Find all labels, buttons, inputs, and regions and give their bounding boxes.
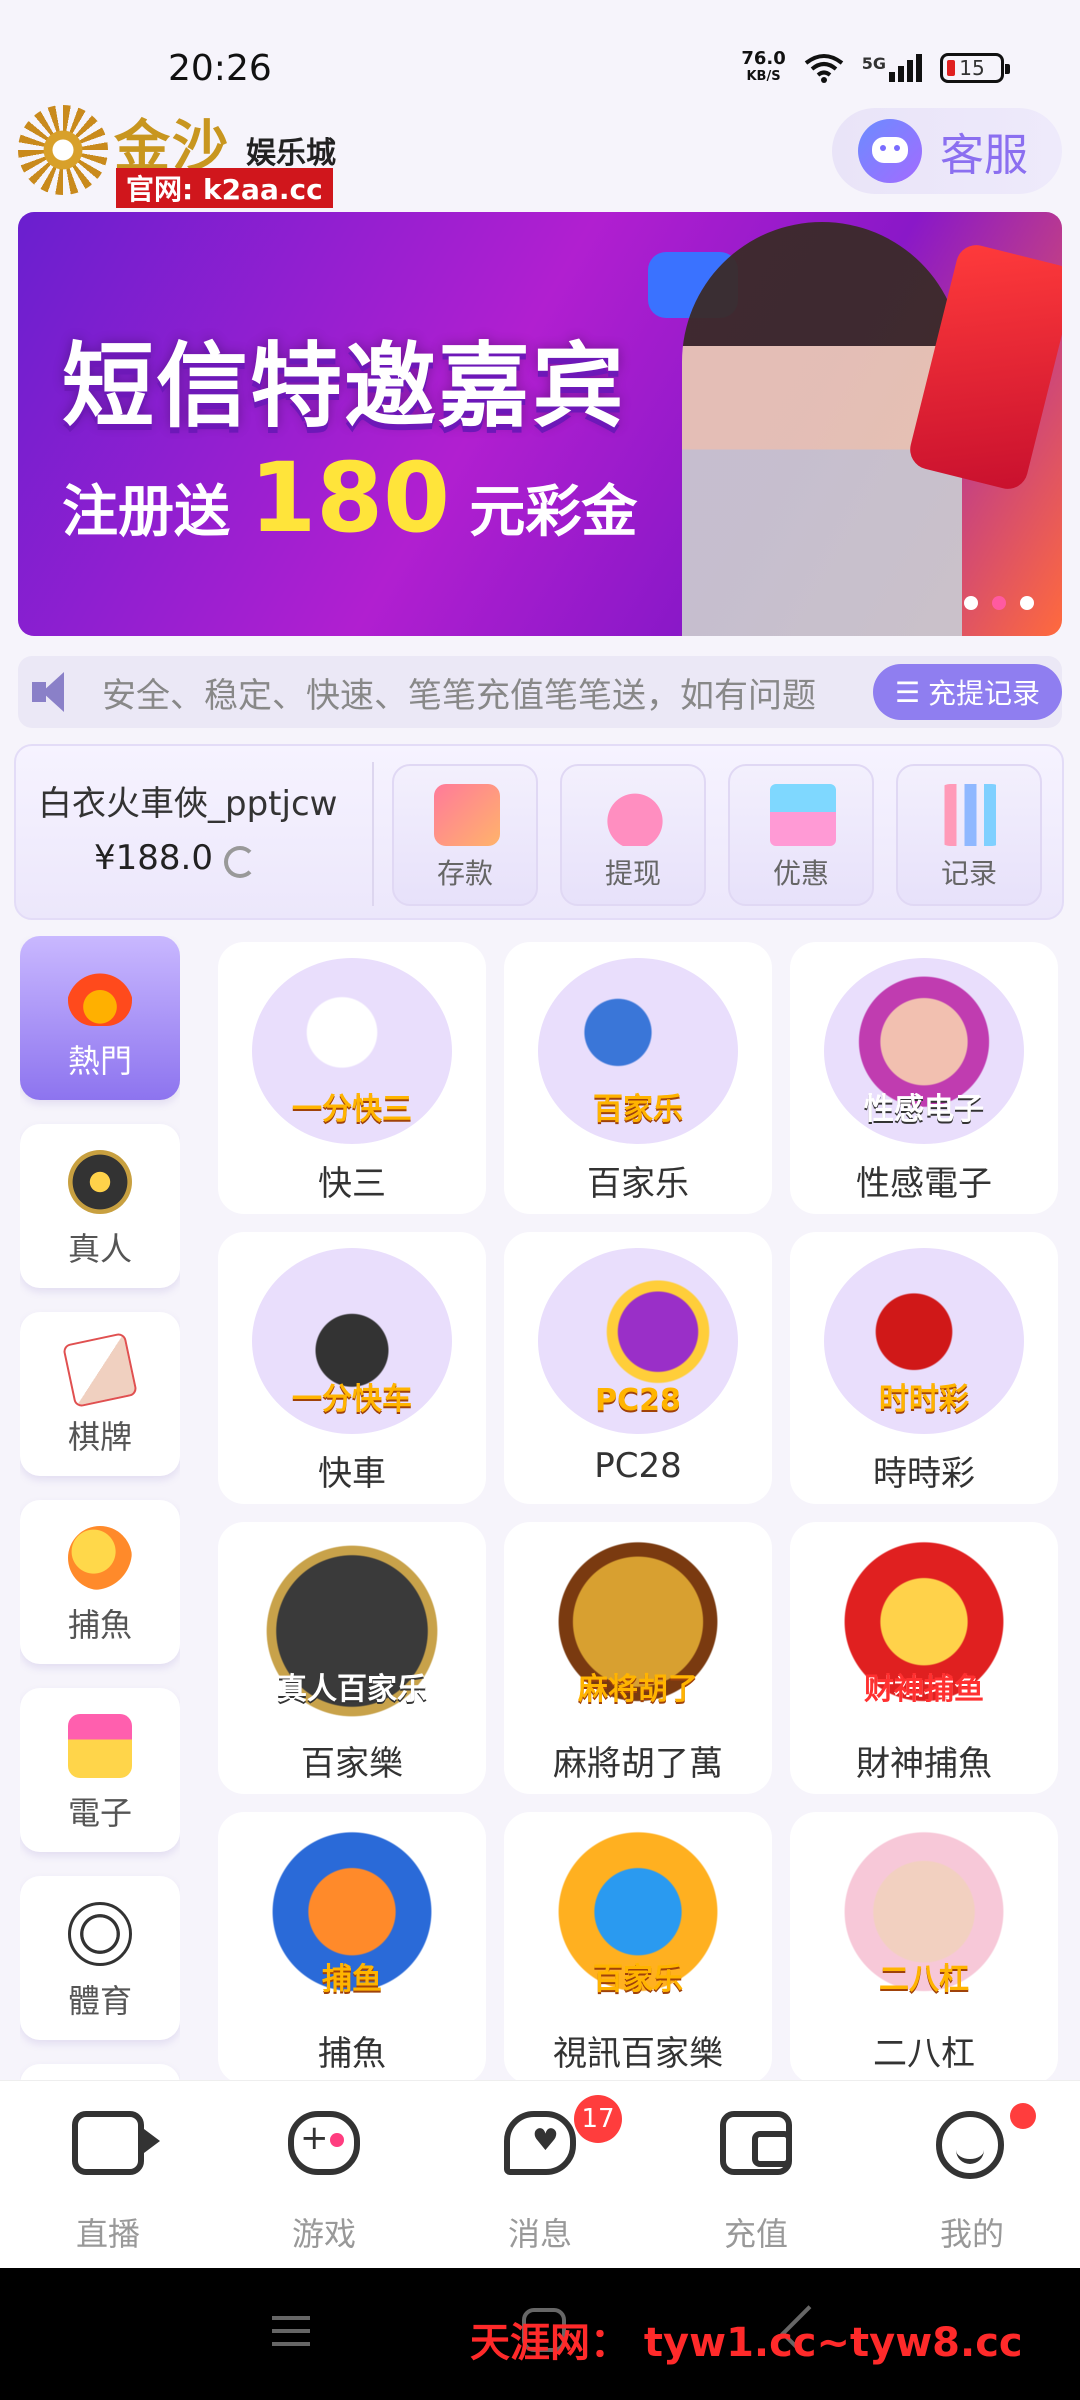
nav-messages[interactable]: 17 消息: [432, 2081, 648, 2269]
soccer-ball-icon: [68, 1902, 132, 1966]
logo: 金沙 娱乐城 官网: k2aa.cc: [18, 102, 344, 208]
nav-recharge[interactable]: 充值: [648, 2081, 864, 2269]
withdraw-button[interactable]: 提现: [560, 764, 706, 906]
fire-icon: [68, 962, 132, 1026]
sexy-slots-icon: 性感电子: [824, 958, 1024, 1144]
promo-banner[interactable]: 短信特邀嘉宾 注册送 180 元彩金: [18, 212, 1062, 636]
game-card-ag-baccarat[interactable]: 真人百家乐 百家樂: [218, 1522, 486, 1794]
gift-icon: [770, 784, 836, 846]
bar-chart-icon: [938, 784, 1004, 846]
fishing-icon: 捕鱼: [252, 1828, 452, 2014]
status-time: 20:26: [168, 48, 272, 89]
game-card-fishing[interactable]: 捕鱼 捕魚: [218, 1812, 486, 2080]
poker-chip-icon: [68, 1150, 132, 1214]
nav-games[interactable]: 游戏: [216, 2081, 432, 2269]
message-count-badge: 17: [574, 2095, 622, 2143]
smiley-icon: [936, 2111, 1004, 2179]
poker-cards-icon: 百家乐: [538, 958, 738, 1144]
pagination-dot-active[interactable]: [992, 596, 1006, 610]
category-slots[interactable]: 電子: [20, 1688, 180, 1852]
wallet-icon: [720, 2111, 792, 2175]
game-card-erbagang[interactable]: 二八杠 二八杠: [790, 1812, 1058, 2080]
customer-service-button[interactable]: 客服: [832, 108, 1062, 194]
game-card-sexy-slots[interactable]: 性感电子 性感電子: [790, 942, 1058, 1214]
category-sidebar: 熱門 真人 棋牌 捕魚 電子 體育: [20, 936, 180, 2080]
game-card-shishicai[interactable]: 时时彩 時時彩: [790, 1232, 1058, 1504]
game-card-pc28[interactable]: PC28 PC28: [504, 1232, 772, 1504]
customer-service-label: 客服: [940, 130, 1028, 181]
speaker-icon: [32, 672, 82, 712]
nav-profile[interactable]: 我的: [864, 2081, 1080, 2269]
ag-baccarat-icon: 真人百家乐: [252, 1538, 452, 1724]
banner-title: 短信特邀嘉宾: [62, 333, 627, 440]
chat-bubble-icon: [504, 2111, 576, 2175]
app-header: 金沙 娱乐城 官网: k2aa.cc 客服: [0, 100, 1080, 208]
category-chess-cards[interactable]: 棋牌: [20, 1312, 180, 1476]
records-button[interactable]: 记录: [896, 764, 1042, 906]
refresh-icon[interactable]: [224, 846, 256, 878]
erbagang-icon: 二八杠: [824, 1828, 1024, 2014]
net-speed: 76.0 KB/S: [741, 48, 786, 85]
fortune-god-icon: 财神捕鱼: [824, 1538, 1024, 1724]
system-nav-bar: 天涯网： tyw1.cc~tyw8.cc: [0, 2268, 1080, 2400]
video-play-icon: 百家乐: [538, 1828, 738, 2014]
game-card-kuaiche[interactable]: 一分快车 快車: [218, 1232, 486, 1504]
nav-live[interactable]: 直播: [0, 2081, 216, 2269]
user-panel: 白衣火車俠_pptjcw ¥188.0 存款 提现 优惠 记录: [14, 744, 1064, 920]
pagination-dot[interactable]: [1020, 596, 1034, 610]
category-hot[interactable]: 熱門: [20, 936, 180, 1100]
battery-icon: 15: [940, 53, 1010, 83]
recharge-record-button[interactable]: ☰ 充提记录: [872, 664, 1062, 720]
game-card-mahjong-ways[interactable]: 麻将胡了 麻將胡了萬: [504, 1522, 772, 1794]
logo-url: 官网: k2aa.cc: [116, 168, 333, 208]
banner-pagination: [964, 596, 1034, 610]
banner-amount: 180: [249, 442, 450, 554]
slot-machine-icon: [68, 1714, 132, 1778]
headset-icon: [858, 119, 922, 183]
game-card-fortune-fishing[interactable]: 财神捕鱼 財神捕魚: [790, 1522, 1058, 1794]
fish-icon: [68, 1526, 132, 1590]
playing-card-icon: [62, 1332, 138, 1408]
balance: ¥188.0: [94, 838, 213, 878]
race-car-icon: 一分快车: [252, 1248, 452, 1434]
game-card-baccarat[interactable]: 百家乐 百家乐: [504, 942, 772, 1214]
mahjong-dragon-icon: 麻将胡了: [538, 1538, 738, 1724]
category-sports[interactable]: 體育: [20, 1876, 180, 2040]
dice-icon: 一分快三: [252, 958, 452, 1144]
category-live[interactable]: 真人: [20, 1124, 180, 1288]
logo-subtitle: 娱乐城: [246, 136, 336, 171]
billiard-ball-icon: PC28: [538, 1248, 738, 1434]
gamepad-icon: [288, 2111, 360, 2175]
category-more[interactable]: [20, 2064, 180, 2080]
wifi-icon: [804, 54, 843, 83]
watermark: 天涯网： tyw1.cc~tyw8.cc: [470, 2320, 1023, 2366]
cellular-signal-icon: 5G: [862, 54, 922, 82]
divider: [372, 762, 374, 906]
category-fishing[interactable]: 捕魚: [20, 1500, 180, 1664]
banner-subtitle: 注册送 180 元彩金: [62, 442, 638, 554]
game-card-kuaisan[interactable]: 一分快三 快三: [218, 942, 486, 1214]
deposit-button[interactable]: 存款: [392, 764, 538, 906]
pagination-dot[interactable]: [964, 596, 978, 610]
username: 白衣火車俠_pptjcw: [38, 784, 338, 824]
game-grid: 一分快三 快三 百家乐 百家乐 性感电子 性感電子 一分快车 快車 PC28 P…: [218, 942, 1058, 2080]
money-bag-icon: [602, 784, 668, 846]
video-camera-icon: [72, 2111, 160, 2175]
status-bar: 20:26 76.0 KB/S 5G 15: [0, 0, 1080, 100]
sun-logo-icon: [18, 105, 108, 195]
menu-icon[interactable]: [272, 2316, 310, 2346]
bottom-nav: 直播 游戏 17 消息 充值 我的: [0, 2080, 1080, 2268]
promotions-button[interactable]: 优惠: [728, 764, 874, 906]
list-icon: ☰: [894, 675, 920, 709]
game-card-video-baccarat[interactable]: 百家乐 視訊百家樂: [504, 1812, 772, 2080]
notice-bar: 安全、稳定、快速、笔笔充值笔笔送，如有问题 ☰ 充提记录: [18, 656, 1062, 728]
status-icons: 76.0 KB/S 5G 15: [741, 48, 1010, 86]
lottery-ball-icon: 时时彩: [824, 1248, 1024, 1434]
notification-dot: [1010, 2103, 1036, 2129]
card-icon: [434, 784, 500, 846]
